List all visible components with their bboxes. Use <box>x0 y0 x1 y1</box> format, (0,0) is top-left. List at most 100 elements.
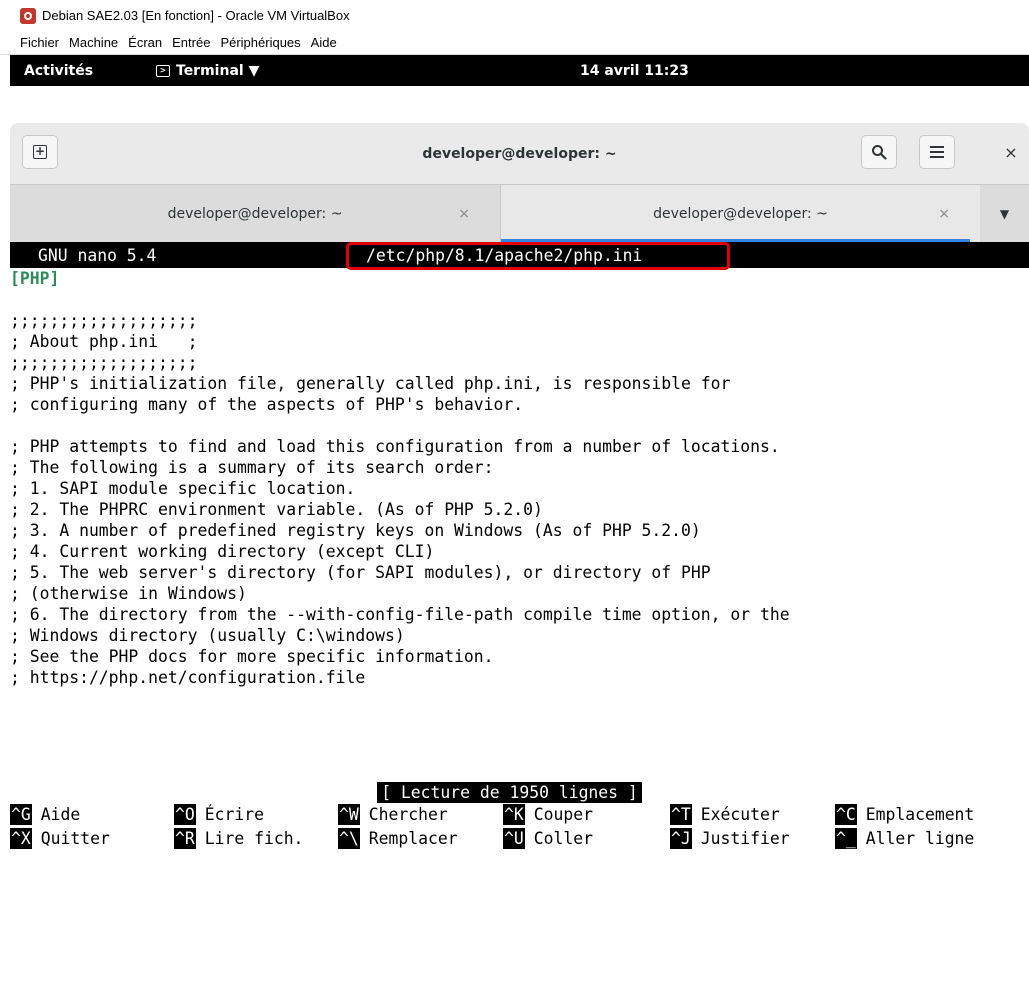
close-window-button[interactable]: × <box>994 135 1028 169</box>
activities-button[interactable]: Activités <box>24 63 144 79</box>
terminal-header-bar: developer@developer: ~ + × <box>10 123 1029 184</box>
file-line: ; 3. A number of predefined registry key… <box>10 521 701 540</box>
tab-1[interactable]: developer@developer: ~ × <box>10 185 500 242</box>
hamburger-icon <box>930 146 944 158</box>
nano-version: GNU nano 5.4 <box>38 246 157 265</box>
shortcut-label: Écrire <box>204 805 264 824</box>
file-line <box>10 415 1029 436</box>
shortcut-lire-fichier[interactable]: ^R Lire fich. <box>174 828 303 849</box>
terminal-tabs: developer@developer: ~ × developer@devel… <box>10 184 1029 242</box>
menu-entree[interactable]: Entrée <box>167 35 215 50</box>
terminal-content[interactable]: GNU nano 5.4 /etc/php/8.1/apache2/php.in… <box>10 242 1029 852</box>
shortcut-label: Couper <box>533 805 593 824</box>
file-line: ; https://php.net/configuration.file <box>10 668 366 687</box>
file-line: ; Windows directory (usually C:\windows) <box>10 626 405 645</box>
virtualbox-logo-icon <box>20 7 36 24</box>
virtualbox-menu-bar: Fichier Machine Écran Entrée Périphériqu… <box>0 31 1029 55</box>
menu-machine[interactable]: Machine <box>64 35 123 50</box>
status-row: [ Lecture de 1950 lignes ] <box>10 782 1029 803</box>
tab-2-active[interactable]: developer@developer: ~ × <box>500 185 980 242</box>
nano-status-message: [ Lecture de 1950 lignes ] <box>377 782 642 803</box>
menu-ecran[interactable]: Écran <box>123 35 167 50</box>
file-line: ; PHP's initialization file, generally c… <box>10 374 731 393</box>
nano-header: GNU nano 5.4 /etc/php/8.1/apache2/php.in… <box>10 242 1029 270</box>
shortcut-key: ^U <box>503 828 525 849</box>
file-line: ;;;;;;;;;;;;;;;;;;; <box>10 311 198 330</box>
file-line: ; 1. SAPI module specific location. <box>10 479 356 498</box>
search-icon <box>872 145 887 160</box>
shortcut-key: ^J <box>670 828 692 849</box>
highlight-box <box>346 242 730 270</box>
shortcut-label: Remplacer <box>368 829 458 848</box>
shortcut-key: ^K <box>503 804 525 825</box>
shortcut-key: ^T <box>670 804 692 825</box>
shortcut-quitter[interactable]: ^X Quitter <box>10 828 110 849</box>
shortcut-label: Aide <box>40 805 81 824</box>
file-line: ; 4. Current working directory (except C… <box>10 542 435 561</box>
shortcut-ecrire[interactable]: ^O Écrire <box>174 804 264 825</box>
tab-label: developer@developer: ~ <box>167 205 343 222</box>
shortcut-emplacement[interactable]: ^C Emplacement <box>835 804 974 825</box>
file-line: ; 5. The web server's directory (for SAP… <box>10 563 711 582</box>
file-line: ; PHP attempts to find and load this con… <box>10 437 780 456</box>
file-line: ; 2. The PHPRC environment variable. (As… <box>10 500 543 519</box>
shortcut-label: Exécuter <box>700 805 780 824</box>
file-line: ;;;;;;;;;;;;;;;;;;; <box>10 353 198 372</box>
shortcut-key: ^\ <box>338 828 360 849</box>
shortcut-label: Quitter <box>40 829 110 848</box>
shortcut-key: ^X <box>10 828 32 849</box>
app-menu-terminal[interactable]: > Terminal ▼ <box>156 63 259 79</box>
file-line: ; configuring many of the aspects of PHP… <box>10 395 524 414</box>
virtualbox-title-bar: Debian SAE2.03 [En fonction] - Oracle VM… <box>0 0 1029 31</box>
app-menu-label: Terminal ▼ <box>176 62 260 79</box>
new-tab-icon: + <box>33 144 47 159</box>
tab-close-icon[interactable]: × <box>938 206 950 222</box>
file-line: ; (otherwise in Windows) <box>10 584 247 603</box>
window-title: Debian SAE2.03 [En fonction] - Oracle VM… <box>42 8 350 23</box>
file-line: ; About php.ini ; <box>10 332 198 351</box>
terminal-icon: > <box>156 64 170 77</box>
shortcut-label: Emplacement <box>865 805 975 824</box>
menu-fichier[interactable]: Fichier <box>0 35 64 50</box>
file-line: ; See the PHP docs for more specific inf… <box>10 647 494 666</box>
file-line: ; 6. The directory from the --with-confi… <box>10 605 790 624</box>
shortcut-key: ^W <box>338 804 360 825</box>
search-button[interactable] <box>861 135 897 169</box>
tab-label: developer@developer: ~ <box>653 205 828 222</box>
shortcut-row-2: ^X Quitter ^R Lire fich. ^\ Remplacer ^U Col… <box>10 828 1029 852</box>
shortcut-remplacer[interactable]: ^\ Remplacer <box>338 828 458 849</box>
shortcut-justifier[interactable]: ^J Justifier <box>670 828 790 849</box>
shortcut-label: Aller ligne <box>865 829 975 848</box>
menu-peripheriques[interactable]: Périphériques <box>215 35 305 50</box>
shortcut-key: ^O <box>174 804 196 825</box>
shortcut-executer[interactable]: ^T Exécuter <box>670 804 780 825</box>
shortcut-key: ^R <box>174 828 196 849</box>
file-line: [PHP] <box>10 268 1029 289</box>
tab-close-icon[interactable]: × <box>458 206 470 222</box>
file-line <box>10 289 1029 310</box>
shortcut-row-1: ^G Aide ^O Écrire ^W Chercher ^K Couper ^T Ex… <box>10 804 1029 828</box>
nano-shortcuts: ^G Aide ^O Écrire ^W Chercher ^K Couper ^T Ex… <box>10 804 1029 852</box>
shortcut-couper[interactable]: ^K Couper <box>503 804 593 825</box>
shortcut-chercher[interactable]: ^W Chercher <box>338 804 448 825</box>
hamburger-menu-button[interactable] <box>919 135 955 169</box>
shortcut-key: ^G <box>10 804 32 825</box>
shortcut-key: ^C <box>835 804 857 825</box>
menu-aide[interactable]: Aide <box>306 35 342 50</box>
file-content: [PHP] ;;;;;;;;;;;;;;;;;;; ; About php.in… <box>10 268 1029 688</box>
shortcut-label: Coller <box>533 829 593 848</box>
shortcut-label: Chercher <box>368 805 448 824</box>
close-icon: × <box>1004 142 1018 162</box>
tabs-dropdown-button[interactable]: ▼ <box>980 185 1029 242</box>
shortcut-label: Lire fich. <box>204 829 304 848</box>
shortcut-aller-ligne[interactable]: ^_ Aller ligne <box>835 828 974 849</box>
clock[interactable]: 14 avril 11:23 <box>580 63 689 79</box>
shortcut-key: ^_ <box>835 828 857 849</box>
shortcut-coller[interactable]: ^U Coller <box>503 828 593 849</box>
shortcut-label: Justifier <box>700 829 790 848</box>
new-tab-button[interactable]: + <box>22 135 58 169</box>
file-line: ; The following is a summary of its sear… <box>10 458 494 477</box>
gnome-top-bar: Activités > Terminal ▼ 14 avril 11:23 <box>10 55 1029 86</box>
chevron-down-icon: ▼ <box>999 206 1010 221</box>
shortcut-aide[interactable]: ^G Aide <box>10 804 80 825</box>
